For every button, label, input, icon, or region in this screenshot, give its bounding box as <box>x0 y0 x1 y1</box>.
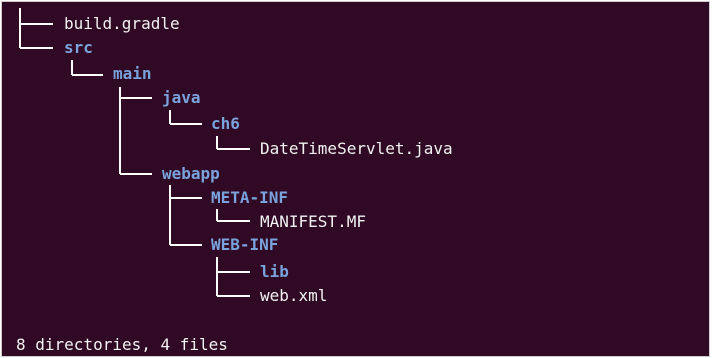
directory-name: webapp <box>162 164 220 183</box>
tree-row: WEB-INF <box>2 233 278 257</box>
tree-row: lib <box>2 260 289 284</box>
tree-connectors <box>19 8 250 297</box>
tree-row: main <box>2 62 152 86</box>
tree-row: ch6 <box>2 112 240 136</box>
tree-row: src <box>2 36 93 60</box>
directory-name: lib <box>260 262 289 281</box>
tree-row: DateTimeServlet.java <box>2 137 453 161</box>
directory-name: java <box>162 88 201 107</box>
directory-name: ch6 <box>211 114 240 133</box>
directory-name: src <box>64 38 93 57</box>
tree-row: java <box>2 86 201 110</box>
tree-row: web.xml <box>2 284 327 308</box>
directory-name: META-INF <box>211 188 289 207</box>
file-name: build.gradle <box>64 14 180 33</box>
tree-row: webapp <box>2 162 220 186</box>
file-name: MANIFEST.MF <box>260 212 366 231</box>
file-name: DateTimeServlet.java <box>260 139 453 158</box>
tree-summary: 8 directories, 4 files <box>16 335 228 354</box>
tree-summary-row: 8 directories, 4 files <box>2 333 228 356</box>
tree-row: MANIFEST.MF <box>2 210 366 234</box>
tree-row: META-INF <box>2 186 288 210</box>
file-name: web.xml <box>260 286 328 305</box>
tree-row: build.gradle <box>2 12 180 36</box>
directory-name: WEB-INF <box>211 235 279 254</box>
directory-name: main <box>113 64 152 83</box>
terminal-window[interactable]: build.gradle src main java ch6 DateTimeS… <box>1 1 710 357</box>
